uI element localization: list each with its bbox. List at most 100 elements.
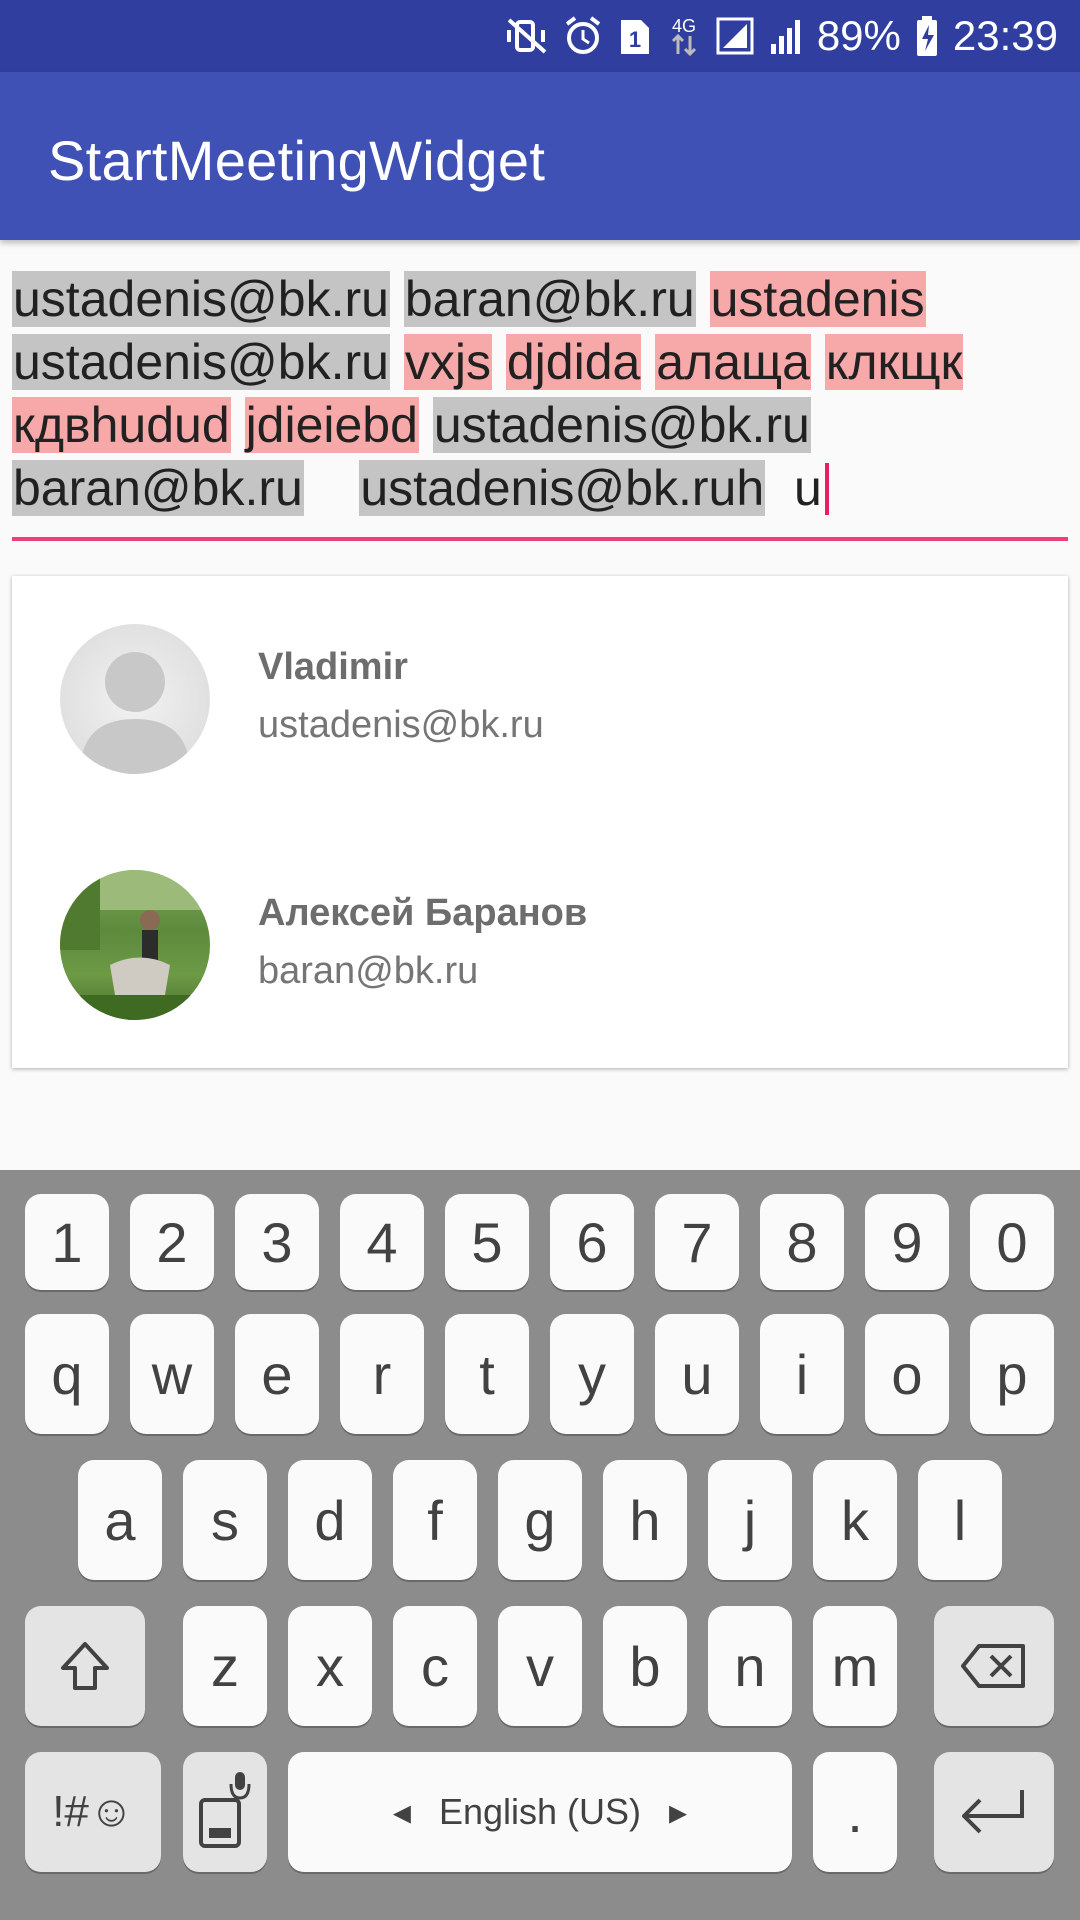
key-label: a [104,1488,136,1552]
key-a[interactable]: a [78,1460,162,1580]
key-label: h [629,1488,661,1552]
key-r[interactable]: r [340,1314,424,1434]
svg-text:1: 1 [629,27,641,52]
app-title: StartMeetingWidget [48,129,546,192]
key-label: u [681,1342,713,1406]
key-t[interactable]: t [445,1314,529,1434]
key-i[interactable]: i [760,1314,844,1434]
recipients-field[interactable]: ustadenis@bk.ru baran@bk.ru ustadenis us… [12,268,1068,538]
key-d[interactable]: d [288,1460,372,1580]
suggestions-dropdown: Vladimir ustadenis@bk.ru Алексей Баранов… [12,576,1068,1068]
key-h[interactable]: h [603,1460,687,1580]
mute-vibrate-icon [505,16,549,56]
signal-bars-icon [769,16,803,56]
recipient-chip-invalid[interactable]: djdida [505,334,642,390]
period-key[interactable]: . [813,1752,897,1872]
recipient-chip[interactable]: ustadenis@bk.ruh [359,460,766,516]
key-q[interactable]: q [25,1314,109,1434]
key-label: 8 [786,1210,818,1274]
space-label-group: ◂ English (US) ▸ [393,1791,687,1833]
status-icons: 1 4G 89% 23:39 [505,0,1058,72]
text-cursor [824,463,829,515]
key-0[interactable]: 0 [970,1194,1054,1290]
key-p[interactable]: p [970,1314,1054,1434]
key-4[interactable]: 4 [340,1194,424,1290]
key-x[interactable]: x [288,1606,372,1726]
key-label: y [578,1342,606,1406]
key-l[interactable]: l [918,1460,1002,1580]
voice-input-key[interactable] [183,1752,267,1872]
contact-email: ustadenis@bk.ru [258,704,544,746]
contact-name: Алексей Баранов [258,892,588,934]
key-f[interactable]: f [393,1460,477,1580]
key-k[interactable]: k [813,1460,897,1580]
status-bar: 1 4G 89% 23:39 [0,0,1080,72]
recipient-chip-invalid[interactable]: vxjs [403,334,492,390]
battery-percent: 89% [816,12,901,59]
recipient-chip-invalid[interactable]: ustadenis [709,271,926,327]
key-w[interactable]: w [130,1314,214,1434]
soft-keyboard: 1 2 3 4 5 6 7 8 9 0 q w e r t y u i o p … [0,1170,1080,1920]
key-8[interactable]: 8 [760,1194,844,1290]
key-s[interactable]: s [183,1460,267,1580]
key-j[interactable]: j [708,1460,792,1580]
recipient-chip[interactable]: ustadenis@bk.ru [12,334,390,390]
key-label: 7 [681,1210,713,1274]
key-3[interactable]: 3 [235,1194,319,1290]
key-label: z [211,1634,239,1698]
key-6[interactable]: 6 [550,1194,634,1290]
key-label: b [629,1634,661,1698]
key-b[interactable]: b [603,1606,687,1726]
recipient-chip[interactable]: ustadenis@bk.ru [432,397,811,453]
key-label: l [953,1488,967,1552]
key-label: j [743,1488,757,1552]
key-label: e [261,1342,293,1406]
space-key[interactable]: ◂ English (US) ▸ [288,1752,792,1872]
recipient-chip[interactable]: baran@bk.ru [12,460,304,516]
symbols-key[interactable]: !#☺ [25,1752,161,1872]
backspace-icon [961,1644,1025,1688]
key-v[interactable]: v [498,1606,582,1726]
key-label: s [211,1488,239,1552]
key-label: x [316,1634,344,1698]
key-label: w [151,1342,193,1406]
language-label: English (US) [438,1791,642,1832]
recipient-chip[interactable]: ustadenis@bk.ru [12,271,390,327]
key-o[interactable]: o [865,1314,949,1434]
key-label: 1 [51,1210,83,1274]
suggestion-item[interactable]: Алексей Баранов baran@bk.ru [12,822,1068,1068]
key-n[interactable]: n [708,1606,792,1726]
key-y[interactable]: y [550,1314,634,1434]
recipient-chip-invalid[interactable]: jdieiebd [244,397,419,453]
key-z[interactable]: z [183,1606,267,1726]
key-u[interactable]: u [655,1314,739,1434]
recipient-chip[interactable]: baran@bk.ru [403,271,696,327]
key-label: f [427,1488,443,1552]
key-2[interactable]: 2 [130,1194,214,1290]
key-m[interactable]: m [813,1606,897,1726]
key-1[interactable]: 1 [25,1194,109,1290]
key-e[interactable]: e [235,1314,319,1434]
recipient-chip-invalid[interactable]: клкщк [824,334,964,390]
recipient-chip-invalid[interactable]: алаща [655,334,811,390]
shift-icon [61,1642,109,1690]
key-label: k [841,1488,869,1552]
typed-text[interactable]: u [793,460,823,516]
key-label: c [421,1634,449,1698]
recipient-chip-invalid[interactable]: кдвhudud [12,397,231,453]
key-label: . [847,1780,863,1844]
sim-icon: 1 [617,16,653,56]
backspace-key[interactable] [934,1606,1054,1726]
suggestion-item[interactable]: Vladimir ustadenis@bk.ru [12,576,1068,822]
chevron-right-icon: ▸ [669,1791,688,1832]
enter-key[interactable] [934,1752,1054,1872]
key-9[interactable]: 9 [865,1194,949,1290]
key-5[interactable]: 5 [445,1194,529,1290]
key-7[interactable]: 7 [655,1194,739,1290]
key-g[interactable]: g [498,1460,582,1580]
svg-text:4G: 4G [672,16,696,36]
key-c[interactable]: c [393,1606,477,1726]
shift-key[interactable] [25,1606,145,1726]
key-label: 5 [471,1210,503,1274]
key-label: v [526,1634,554,1698]
